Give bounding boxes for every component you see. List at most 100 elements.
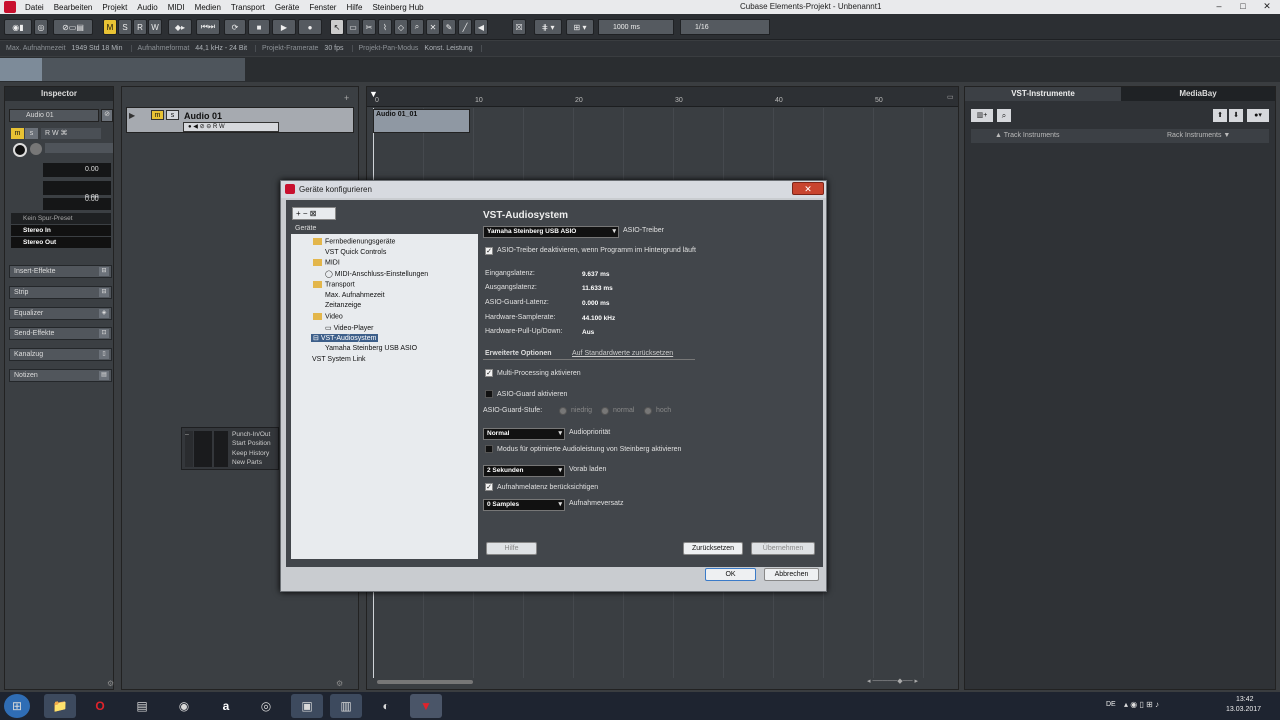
track-instruments-label[interactable]: ▲ Track Instruments (995, 132, 1060, 139)
ruler-options-icon[interactable]: ▭ (947, 93, 954, 101)
preload-select[interactable]: 2 Sekunden (483, 465, 565, 477)
start-button[interactable]: ⊞ (4, 694, 30, 718)
search-icon[interactable]: ⌕ (997, 109, 1011, 122)
asio-guard-checkbox[interactable] (485, 390, 493, 398)
track-solo-button[interactable]: s (166, 110, 179, 120)
edit-channel-icon[interactable]: ⊘ (101, 109, 113, 122)
reset-defaults-link[interactable]: Auf Standardwerte zurücksetzen (572, 350, 673, 357)
explorer-icon[interactable]: 📁 (44, 694, 76, 718)
overview-visible-range[interactable] (0, 58, 42, 81)
menu-hilfe[interactable]: Hilfe (341, 3, 367, 12)
menu-audio[interactable]: Audio (132, 3, 162, 12)
delay-control[interactable] (43, 198, 111, 210)
menu-steinberg-hub[interactable]: Steinberg Hub (367, 3, 428, 12)
section-toggle-icon[interactable]: ◈ (99, 309, 109, 318)
audio-track-row[interactable]: ▶ m s Audio 01 ● ◀ ⊘ ⊖ R W (126, 107, 354, 133)
constrain-delay-icon[interactable]: ◎ (34, 19, 48, 35)
inspector-track-name[interactable]: Audio 01 (9, 109, 99, 122)
disc-icon[interactable]: ◎ (250, 694, 282, 718)
section-toggle-icon[interactable]: ⊟ (99, 288, 109, 297)
view-layout-button[interactable]: ⊘▭▤ (53, 19, 93, 35)
record-enable-button[interactable] (13, 143, 27, 157)
device-tree[interactable]: Fernbedienungsgeräte VST Quick Controls … (291, 234, 478, 559)
activate-project-button[interactable]: ◉▮ (4, 19, 32, 35)
inspector-mute-button[interactable]: m (11, 128, 24, 139)
pan-mode-value[interactable]: Konst. Leistung (424, 45, 482, 52)
section-channel-strip[interactable]: Kanalzug ▯ (9, 348, 112, 361)
solo-mode-button[interactable]: S (118, 19, 132, 35)
rack-instruments-label[interactable]: Rack Instruments ▼ (1167, 132, 1230, 139)
tree-item[interactable]: Max. Aufnahmezeit (325, 292, 385, 299)
tree-item-selected[interactable]: ⊟ VST-Audiosystem (311, 334, 379, 342)
tree-item[interactable]: Zeitanzeige (325, 302, 361, 309)
output-routing[interactable]: Stereo Out (11, 237, 111, 248)
menu-projekt[interactable]: Projekt (97, 3, 132, 12)
menu-medien[interactable]: Medien (190, 3, 226, 12)
snap-grid-button[interactable]: ⋕ ▾ (534, 19, 562, 35)
input-routing[interactable]: Stereo In (11, 225, 111, 236)
steinberg-mode-checkbox[interactable] (485, 445, 493, 453)
inspector-rw-buttons[interactable]: R W ⌘ (41, 128, 101, 139)
pan-control[interactable] (43, 181, 111, 195)
rec-offset-field[interactable]: 0 Samples (483, 499, 565, 511)
glue-tool-icon[interactable]: ⌇ (378, 19, 392, 35)
ok-button[interactable]: OK (705, 568, 756, 581)
menu-datei[interactable]: Datei (20, 3, 49, 12)
apply-button[interactable]: Übernehmen (751, 542, 815, 555)
section-strip[interactable]: Strip ⊟ (9, 286, 112, 299)
menu-geraete[interactable]: Geräte (270, 3, 304, 12)
tab-vst-instruments[interactable]: VST-Instrumente (965, 87, 1121, 101)
options-icon[interactable]: ●▾ (1247, 109, 1269, 122)
track-preset-field[interactable]: Kein Spur-Preset (11, 213, 111, 224)
snap-value-select[interactable]: 1000 ms (598, 19, 674, 35)
split-tool-icon[interactable]: ✂ (362, 19, 376, 35)
autoscroll-icon[interactable]: ◆▸ (168, 19, 192, 35)
project-overview[interactable] (0, 57, 1280, 82)
tree-toolbar[interactable]: + − ⊠ (292, 207, 336, 220)
dialog-close-button[interactable]: ✕ (792, 182, 824, 195)
track-mute-button[interactable]: m (151, 110, 164, 120)
maximize-button[interactable]: □ (1236, 1, 1250, 12)
multiprocessing-checkbox[interactable]: ✓ (485, 369, 493, 377)
section-toggle-icon[interactable]: ⊡ (99, 329, 109, 338)
zoom-tool-icon[interactable]: ⌕ (410, 19, 424, 35)
object-select-tool-icon[interactable]: ↖ (330, 19, 344, 35)
monitor-app-icon[interactable]: ▣ (291, 694, 323, 718)
goto-start-icon[interactable]: ⏮⏭ (196, 19, 220, 35)
timeline-ruler[interactable]: 0 10 20 30 40 50 ▼ ▭ (367, 87, 958, 107)
read-mode-button[interactable]: R (133, 19, 147, 35)
tree-item[interactable]: Fernbedienungsgeräte (313, 238, 395, 245)
start-position-option[interactable]: Start Position (232, 440, 271, 447)
horizontal-scrollbar[interactable] (377, 680, 473, 684)
section-send-effects[interactable]: Send-Effekte ⊡ (9, 327, 112, 340)
draw-tool-icon[interactable]: ✎ (442, 19, 456, 35)
minimize-button[interactable]: – (1212, 1, 1226, 12)
amazon-icon[interactable]: a (210, 694, 242, 718)
tree-item[interactable]: MIDI (313, 259, 340, 266)
section-insert-effects[interactable]: Insert-Effekte ⊟ (9, 265, 112, 278)
framerate-value[interactable]: 30 fps (324, 45, 353, 52)
range-tool-icon[interactable]: ▭ (346, 19, 360, 35)
erase-tool-icon[interactable]: ◇ (394, 19, 408, 35)
track-control-buttons[interactable]: ● ◀ ⊘ ⊖ R W (183, 122, 279, 132)
rec-latency-checkbox[interactable]: ✓ (485, 483, 493, 491)
tab-mediabay[interactable]: MediaBay (1121, 87, 1275, 101)
punch-in-out-option[interactable]: Punch-In/Out (232, 431, 270, 438)
section-toggle-icon[interactable]: ▤ (99, 371, 109, 380)
mute-mode-button[interactable]: M (103, 19, 117, 35)
section-equalizer[interactable]: Equalizer ◈ (9, 307, 112, 320)
new-parts-option[interactable]: New Parts (232, 459, 262, 466)
language-indicator[interactable]: DE (1106, 701, 1116, 708)
move-up-icon[interactable]: ⬆ (1213, 109, 1227, 122)
inspector-settings-icon[interactable]: ⚙ (107, 679, 114, 688)
color-tool-icon[interactable]: ☒ (512, 19, 526, 35)
track-list-settings-icon[interactable]: ⚙ (336, 679, 343, 688)
line-tool-icon[interactable]: ╱ (458, 19, 472, 35)
tree-item[interactable]: Transport (313, 281, 355, 288)
snap-type-button[interactable]: ⊞ ▾ (566, 19, 594, 35)
inspector-button-row[interactable] (45, 143, 113, 153)
tree-item[interactable]: VST System Link (312, 356, 366, 363)
close-window-button[interactable]: ✕ (1260, 1, 1274, 12)
record-button[interactable]: ● (298, 19, 322, 35)
track-name[interactable]: Audio 01 (184, 111, 222, 121)
